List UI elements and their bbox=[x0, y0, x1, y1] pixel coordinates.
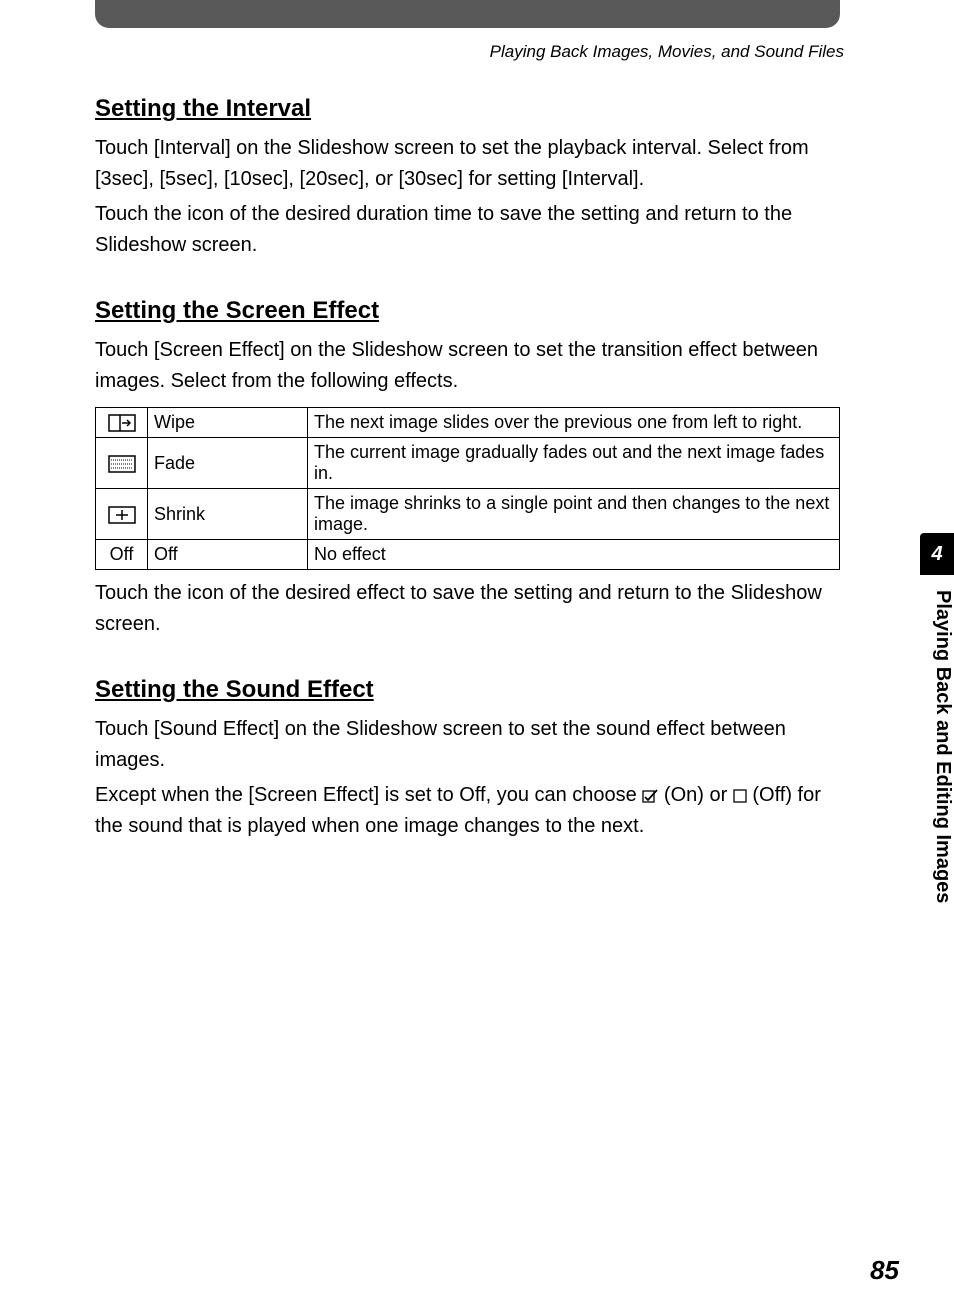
fade-icon-cell bbox=[96, 438, 148, 489]
off-name: Off bbox=[148, 540, 308, 570]
table-row: Wipe The next image slides over the prev… bbox=[96, 408, 840, 438]
section-interval: Setting the Interval Touch [Interval] on… bbox=[95, 95, 840, 261]
wipe-icon bbox=[108, 414, 136, 432]
sound-effect-text-b: (On) or bbox=[664, 784, 733, 806]
shrink-icon-cell bbox=[96, 489, 148, 540]
chapter-title-sidebar: Playing Back and Editing Images bbox=[920, 590, 954, 903]
wipe-icon-cell bbox=[96, 408, 148, 438]
table-row: Fade The current image gradually fades o… bbox=[96, 438, 840, 489]
interval-paragraph-2: Touch the icon of the desired duration t… bbox=[95, 199, 840, 261]
heading-sound-effect: Setting the Sound Effect bbox=[95, 676, 840, 704]
fade-description: The current image gradually fades out an… bbox=[308, 438, 840, 489]
heading-screen-effect: Setting the Screen Effect bbox=[95, 297, 840, 325]
table-row: Shrink The image shrinks to a single poi… bbox=[96, 489, 840, 540]
breadcrumb: Playing Back Images, Movies, and Sound F… bbox=[490, 42, 844, 62]
sound-effect-paragraph-1: Touch [Sound Effect] on the Slideshow sc… bbox=[95, 714, 840, 776]
off-icon-cell: Off bbox=[96, 540, 148, 570]
page-top-bar bbox=[95, 0, 840, 28]
checkbox-checked-icon bbox=[642, 789, 658, 803]
wipe-name: Wipe bbox=[148, 408, 308, 438]
screen-effect-intro: Touch [Screen Effect] on the Slideshow s… bbox=[95, 335, 840, 397]
shrink-name: Shrink bbox=[148, 489, 308, 540]
fade-icon bbox=[108, 455, 136, 473]
shrink-description: The image shrinks to a single point and … bbox=[308, 489, 840, 540]
page-content: Setting the Interval Touch [Interval] on… bbox=[95, 95, 840, 878]
table-row: Off Off No effect bbox=[96, 540, 840, 570]
screen-effect-table: Wipe The next image slides over the prev… bbox=[95, 407, 840, 570]
screen-effect-outro: Touch the icon of the desired effect to … bbox=[95, 578, 840, 640]
section-sound-effect: Setting the Sound Effect Touch [Sound Ef… bbox=[95, 676, 840, 842]
checkbox-unchecked-icon bbox=[733, 789, 747, 803]
fade-name: Fade bbox=[148, 438, 308, 489]
page-number: 85 bbox=[870, 1255, 899, 1286]
section-screen-effect: Setting the Screen Effect Touch [Screen … bbox=[95, 297, 840, 640]
heading-interval: Setting the Interval bbox=[95, 95, 840, 123]
chapter-number-tab: 4 bbox=[920, 533, 954, 575]
wipe-description: The next image slides over the previous … bbox=[308, 408, 840, 438]
off-description: No effect bbox=[308, 540, 840, 570]
sound-effect-paragraph-2: Except when the [Screen Effect] is set t… bbox=[95, 780, 840, 842]
interval-paragraph-1: Touch [Interval] on the Slideshow screen… bbox=[95, 133, 840, 195]
shrink-icon bbox=[108, 506, 136, 524]
sound-effect-text-a: Except when the [Screen Effect] is set t… bbox=[95, 784, 642, 806]
